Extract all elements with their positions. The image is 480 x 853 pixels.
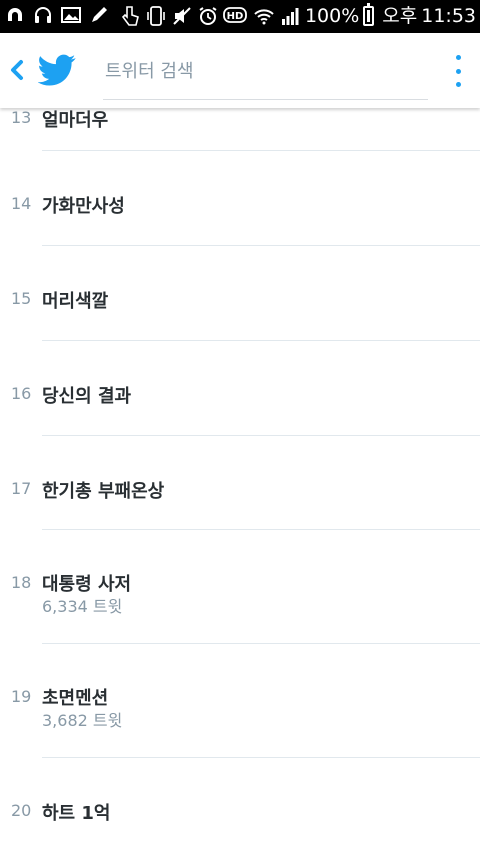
phone-vibrate-icon — [145, 5, 167, 27]
search-placeholder: 트위터 검색 — [105, 61, 194, 82]
status-bar: HD 100% 오후 11:53 — [0, 0, 480, 33]
menu-dot — [455, 68, 461, 74]
clock-time: 11:53 — [421, 5, 476, 27]
trend-item[interactable]: 16 당신의 결과 — [0, 341, 480, 435]
time-ampm: 오후 — [382, 5, 418, 27]
trend-title: 가화만사성 — [42, 196, 125, 217]
chevron-left-icon — [11, 60, 23, 80]
trend-rank: 13 — [11, 108, 32, 127]
pencil-icon — [88, 4, 110, 26]
trend-rank: 14 — [11, 194, 32, 213]
trends-list: 13 얼마더우 14 가화만사성 15 머리색깔 16 당신의 결과 17 한기… — [0, 108, 480, 853]
trend-title: 하트 1억 — [42, 803, 111, 824]
wifi-icon — [253, 5, 275, 27]
headphones-icon — [32, 4, 54, 26]
trend-rank: 17 — [11, 479, 32, 498]
trend-rank: 20 — [11, 801, 32, 820]
trend-item[interactable]: 18 대통령 사저 6,334 트윗 — [0, 530, 480, 643]
trend-item[interactable]: 14 가화만사성 — [0, 151, 480, 245]
trend-rank: 18 — [11, 573, 32, 592]
trend-rank: 19 — [11, 687, 32, 706]
search-field[interactable]: 트위터 검색 — [103, 51, 428, 100]
notification-icons — [4, 4, 110, 26]
trend-tweet-count: 6,334 트윗 — [42, 597, 123, 616]
svg-text:HD: HD — [227, 11, 244, 22]
battery-icon — [363, 3, 375, 26]
trend-item[interactable]: 13 얼마더우 — [0, 108, 480, 150]
image-icon — [60, 4, 82, 26]
app-bar: 트위터 검색 — [0, 33, 480, 108]
signal-icon — [279, 5, 301, 27]
touch-icon — [119, 5, 141, 27]
twitter-bird-icon[interactable] — [37, 51, 76, 89]
trend-tweet-count: 3,682 트윗 — [42, 711, 123, 730]
trend-title: 머리색깔 — [42, 291, 109, 312]
menu-dot — [455, 82, 461, 87]
trend-item[interactable]: 15 머리색깔 — [0, 246, 480, 340]
trend-rank: 15 — [11, 289, 32, 308]
system-status-icons: HD 100% 오후 11:53 — [119, 3, 476, 29]
menu-dot — [455, 55, 461, 60]
mute-icon — [171, 5, 193, 27]
app-notification-icon — [4, 4, 26, 26]
alarm-icon — [197, 5, 219, 27]
back-button[interactable] — [6, 55, 28, 85]
trend-title: 얼마더우 — [42, 110, 109, 131]
hd-voice-icon: HD — [223, 5, 249, 27]
overflow-menu-icon[interactable] — [450, 55, 466, 87]
trend-title: 당신의 결과 — [42, 386, 132, 407]
trend-item[interactable]: 17 한기총 부패온상 — [0, 436, 480, 530]
trend-item[interactable]: 19 초면멘션 3,682 트윗 — [0, 644, 480, 757]
trend-item[interactable]: 20 하트 1억 — [0, 758, 480, 853]
battery-percent: 100% — [304, 5, 360, 27]
trend-rank: 16 — [11, 384, 32, 403]
trend-title: 한기총 부패온상 — [42, 481, 165, 502]
